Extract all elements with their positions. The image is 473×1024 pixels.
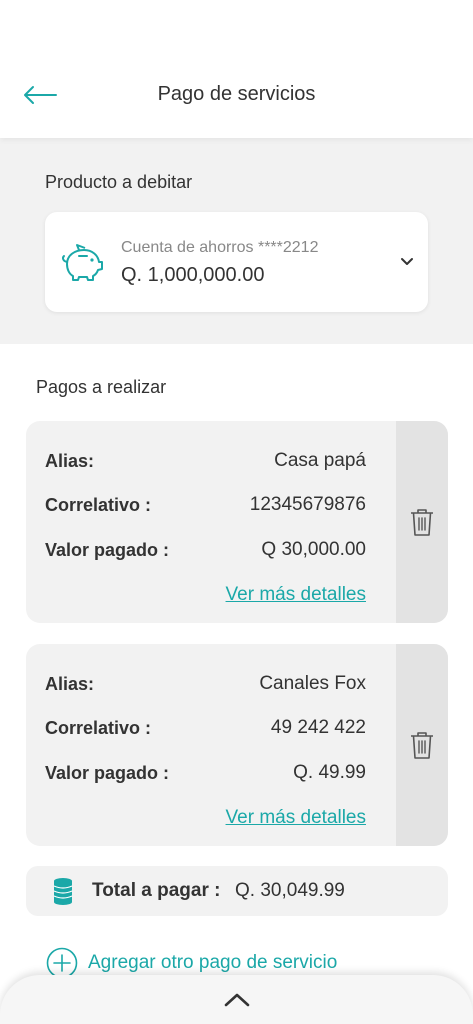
details-link[interactable]: Ver más detalles xyxy=(226,807,366,829)
piggy-bank-icon xyxy=(62,244,103,281)
debit-section: Producto a debitar Cuenta de ahorros ***… xyxy=(0,138,473,344)
debit-label: Producto a debitar xyxy=(45,172,193,192)
correlative-label: Correlativo : xyxy=(45,718,152,738)
delete-payment-button[interactable] xyxy=(396,644,448,846)
top-app-bar: Pago de servicios xyxy=(0,0,473,138)
details-link[interactable]: Ver más detalles xyxy=(226,584,366,606)
alias-value: Casa papá xyxy=(274,450,366,471)
total-bar: Total a pagar : Q. 30,049.99 xyxy=(26,866,448,916)
chevron-up-icon[interactable] xyxy=(222,991,252,1009)
total-label: Total a pagar : xyxy=(92,880,221,901)
account-balance: Q. 1,000,000.00 xyxy=(121,264,265,286)
payments-section: Pagos a realizar Alias: Casa papá Correl… xyxy=(0,344,473,1024)
bottom-sheet[interactable] xyxy=(0,975,473,1024)
payments-label: Pagos a realizar xyxy=(36,377,167,397)
alias-label: Alias: xyxy=(45,674,95,694)
chevron-down-icon xyxy=(401,258,413,265)
correlative-value: 49 242 422 xyxy=(270,717,366,738)
trash-icon xyxy=(411,509,433,536)
correlative-value: 12345679876 xyxy=(249,494,366,515)
account-selector[interactable]: Cuenta de ahorros ****2212 Q. 1,000,000.… xyxy=(45,212,428,312)
paid-value: Q. 49.99 xyxy=(293,762,366,783)
delete-payment-button[interactable] xyxy=(396,421,448,623)
alias-label: Alias: xyxy=(45,451,95,471)
paid-label: Valor pagado : xyxy=(45,763,170,783)
paid-label: Valor pagado : xyxy=(45,540,170,560)
trash-icon xyxy=(411,732,433,759)
add-payment-label: Agregar otro pago de servicio xyxy=(88,952,338,973)
paid-value: Q 30,000.00 xyxy=(261,539,366,560)
correlative-label: Correlativo : xyxy=(45,495,152,515)
total-value: Q. 30,049.99 xyxy=(235,880,345,901)
payment-card: Alias: Casa papá Correlativo : 123456798… xyxy=(26,421,448,623)
alias-value: Canales Fox xyxy=(259,673,366,694)
account-name: Cuenta de ahorros ****2212 xyxy=(121,239,319,256)
page-title: Pago de servicios xyxy=(157,83,316,105)
payment-card: Alias: Canales Fox Correlativo : 49 242 … xyxy=(26,644,448,846)
coins-icon xyxy=(53,878,73,905)
